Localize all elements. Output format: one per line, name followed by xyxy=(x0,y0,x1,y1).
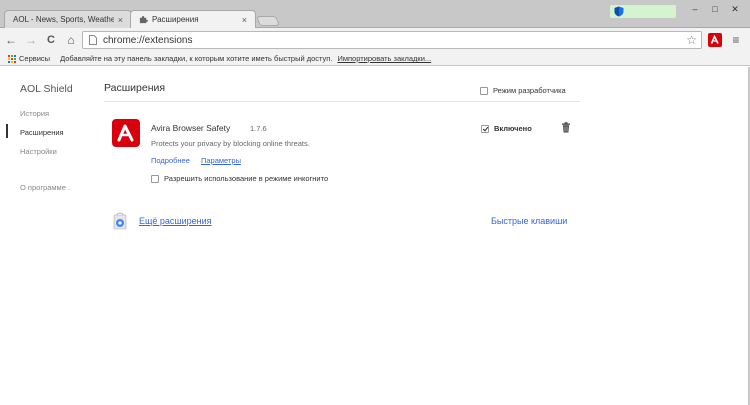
address-bar[interactable]: chrome://extensions ☆ xyxy=(82,31,702,49)
options-link[interactable]: Параметры xyxy=(201,156,241,165)
incognito-checkbox[interactable] xyxy=(151,174,159,183)
developer-mode-label: Режим разработчика xyxy=(493,86,566,95)
shield-icon xyxy=(614,6,624,17)
extension-name: Avira Browser Safety xyxy=(151,123,231,133)
extension-description: Protects your privacy by blocking online… xyxy=(151,139,310,148)
close-window-button[interactable]: ✕ xyxy=(726,2,744,16)
bookmarks-hint: Добавляйте на эту панель закладки, к кот… xyxy=(60,54,333,63)
home-button[interactable]: ⌂ xyxy=(62,31,80,49)
enabled-toggle[interactable]: Включено xyxy=(481,124,532,133)
maximize-button[interactable]: □ xyxy=(706,2,724,16)
extension-version: 1.7.6 xyxy=(250,124,267,133)
details-link[interactable]: Подробнее xyxy=(151,156,190,165)
sidebar-item-extensions[interactable]: Расширения xyxy=(20,128,64,137)
apps-shortcut[interactable]: Сервисы xyxy=(19,54,50,63)
keyboard-shortcuts-link[interactable]: Быстрые клавиши xyxy=(491,216,567,226)
trash-icon[interactable] xyxy=(561,122,571,133)
incognito-label: Разрешить использование в режиме инкогни… xyxy=(164,174,329,183)
enabled-checkbox[interactable] xyxy=(481,124,489,133)
incognito-toggle[interactable]: Разрешить использование в режиме инкогни… xyxy=(151,174,328,183)
back-button[interactable]: ← xyxy=(2,31,20,49)
new-tab-button[interactable] xyxy=(256,16,280,26)
reload-button[interactable]: C xyxy=(42,31,60,49)
avira-extension-icon xyxy=(112,119,140,147)
apps-icon[interactable] xyxy=(8,54,16,63)
tab-aol-label: AOL - News, Sports, Weather xyxy=(13,15,114,24)
tab-strip: AOL - News, Sports, Weather × Расширения… xyxy=(0,0,750,28)
avira-extension-button[interactable] xyxy=(708,33,722,47)
page-icon xyxy=(89,35,97,45)
more-extensions-link[interactable]: Ещё расширения xyxy=(139,216,212,226)
tab-extensions-close-icon[interactable]: × xyxy=(242,15,247,25)
header-divider xyxy=(104,101,580,102)
forward-button[interactable]: → xyxy=(22,31,40,49)
url-text: chrome://extensions xyxy=(103,34,193,46)
sidebar-item-about[interactable]: О программе . xyxy=(20,183,70,192)
import-bookmarks-link[interactable]: Импортировать закладки... xyxy=(337,54,431,63)
menu-button[interactable]: ≡ xyxy=(728,32,744,48)
avira-icon xyxy=(710,35,719,44)
avira-logo-icon xyxy=(117,124,134,142)
puzzle-icon xyxy=(139,16,148,24)
sidebar: AOL Shield История Расширения Настройки … xyxy=(0,67,92,405)
sidebar-title: AOL Shield xyxy=(20,83,73,95)
toolbar: ← → C ⌂ chrome://extensions ☆ ≡ xyxy=(0,28,750,52)
page-title: Расширения xyxy=(104,82,166,94)
tab-aol-close-icon[interactable]: × xyxy=(118,15,123,25)
window-controls: – □ ✕ xyxy=(686,2,744,16)
tab-extensions-label: Расширения xyxy=(152,15,199,24)
sidebar-item-settings[interactable]: Настройки xyxy=(20,147,57,156)
enabled-label: Включено xyxy=(494,124,532,133)
bookmarks-bar: Сервисы Добавляйте на эту панель закладк… xyxy=(0,52,750,66)
minimize-button[interactable]: – xyxy=(686,2,704,16)
tab-aol[interactable]: AOL - News, Sports, Weather × xyxy=(4,10,132,28)
tab-extensions[interactable]: Расширения × xyxy=(130,10,256,28)
star-icon[interactable]: ☆ xyxy=(686,33,697,47)
developer-mode-checkbox[interactable] xyxy=(480,86,488,95)
web-store-icon xyxy=(113,212,127,230)
developer-mode-toggle[interactable]: Режим разработчика xyxy=(480,86,566,95)
sidebar-item-history[interactable]: История xyxy=(20,109,49,118)
active-indicator xyxy=(6,124,8,138)
